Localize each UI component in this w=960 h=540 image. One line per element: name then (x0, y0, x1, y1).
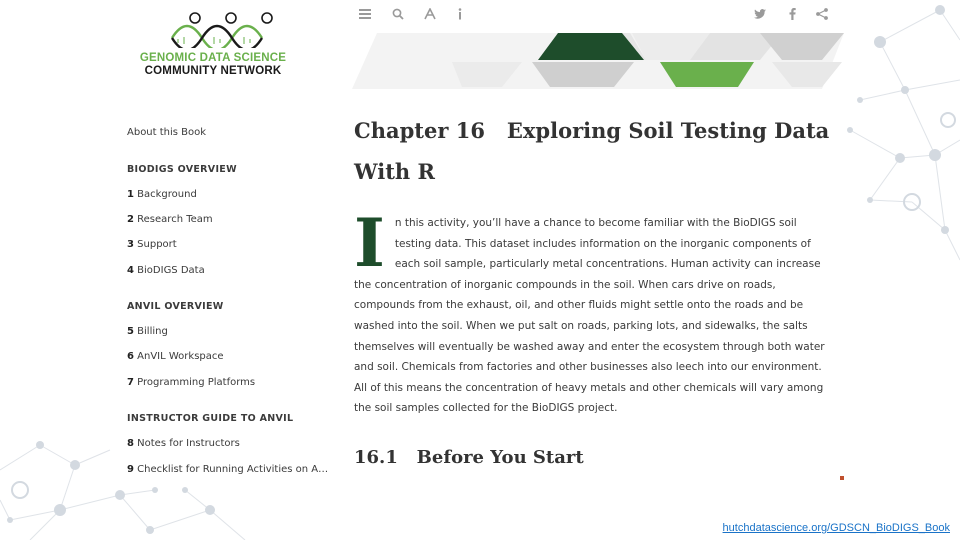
item-label: Notes for Instructors (137, 438, 240, 449)
item-label: Programming Platforms (137, 377, 256, 388)
sidebar-item-notes-instructors[interactable]: 8 Notes for Instructors (127, 438, 332, 449)
item-number: 6 (127, 351, 134, 362)
chapter-label: Chapter 16 (354, 118, 485, 143)
sidebar-item-anvil-workspace[interactable]: 6 AnVIL Workspace (127, 351, 332, 362)
item-label: BioDIGS Data (137, 265, 205, 276)
intro-paragraph-text: n this activity, you’ll have a chance to… (354, 217, 825, 415)
info-icon[interactable] (452, 6, 468, 22)
menu-icon[interactable] (357, 6, 373, 22)
sidebar-item-about[interactable]: About this Book (127, 127, 332, 138)
item-number: 8 (127, 438, 134, 449)
gdscn-logo[interactable]: GENOMIC DATA SCIENCE COMMUNITY NETWORK (128, 8, 298, 77)
item-number: 7 (127, 377, 134, 388)
twitter-icon[interactable] (752, 6, 768, 22)
logo-text-line2: COMMUNITY NETWORK (144, 65, 282, 77)
sidebar-item-programming-platforms[interactable]: 7 Programming Platforms (127, 377, 332, 388)
item-number: 5 (127, 326, 134, 337)
item-number: 4 (127, 265, 134, 276)
item-number: 9 (127, 464, 134, 475)
item-label: Checklist for Running Activities on AnVI… (137, 464, 332, 475)
dna-helix-icon (170, 12, 273, 48)
item-label: Background (137, 189, 197, 200)
logo-text-line1: GENOMIC DATA SCIENCE (139, 52, 287, 64)
sidebar-item-billing[interactable]: 5 Billing (127, 326, 332, 337)
chapter-banner-graphic (352, 33, 844, 89)
footer-book-link[interactable]: hutchdatascience.org/GDSCN_BioDIGS_Book (723, 522, 950, 534)
section-number: 16.1 (354, 447, 398, 468)
drop-cap: I (354, 204, 385, 282)
item-number: 2 (127, 214, 134, 225)
sidebar-section-anvil: ANVIL OVERVIEW (127, 301, 224, 312)
intro-paragraph: In this activity, you’ll have a chance t… (354, 204, 834, 419)
book-toolbar (352, 6, 832, 26)
sidebar-item-research-team[interactable]: 2 Research Team (127, 214, 332, 225)
sidebar-item-support[interactable]: 3 Support (127, 239, 332, 250)
item-number: 1 (127, 189, 134, 200)
sidebar-item-checklist[interactable]: 9 Checklist for Running Activities on An… (127, 464, 332, 475)
item-number: 3 (127, 239, 134, 250)
facebook-icon[interactable] (784, 6, 800, 22)
item-label: Research Team (137, 214, 213, 225)
item-label: Support (137, 239, 177, 250)
sidebar-item-biodigs-data[interactable]: 4 BioDIGS Data (127, 265, 332, 276)
chapter-title: Chapter 16 Exploring Soil Testing Data W… (354, 110, 834, 192)
sidebar-section-biodigs: BIODIGS OVERVIEW (127, 164, 237, 175)
search-icon[interactable] (390, 6, 406, 22)
share-icon[interactable] (814, 6, 830, 22)
sidebar-item-background[interactable]: 1 Background (127, 189, 332, 200)
sidebar-section-instructor-guide: INSTRUCTOR GUIDE TO ANVIL (127, 413, 294, 424)
item-label: Billing (137, 326, 168, 337)
section-heading: 16.1 Before You Start (354, 447, 584, 468)
font-icon[interactable] (422, 6, 438, 22)
section-title-text: Before You Start (416, 447, 584, 468)
corner-marker (840, 476, 844, 480)
item-label: AnVIL Workspace (137, 351, 224, 362)
